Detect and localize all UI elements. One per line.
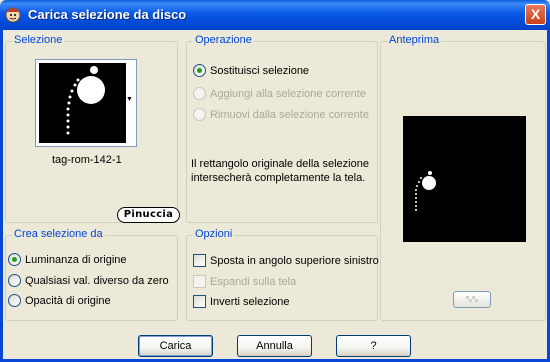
radio-label: Rimuovi dalla selezione corrente [210, 108, 369, 121]
app-icon [5, 7, 21, 23]
radio-label: Sostituisci selezione [210, 64, 310, 77]
selection-picker[interactable] [35, 59, 137, 147]
carica-button[interactable]: Carica [138, 335, 213, 357]
radio-sostituisci[interactable]: Sostituisci selezione [193, 64, 309, 77]
radio-button[interactable] [8, 253, 21, 266]
close-button[interactable]: X [525, 4, 546, 25]
radio-button[interactable] [193, 64, 206, 77]
radio-button[interactable] [193, 87, 206, 100]
radio-label: Opacità di origine [25, 294, 111, 307]
checkbox-label: Sposta in angolo superiore sinistro [210, 254, 379, 267]
radio-opacita[interactable]: Opacità di origine [8, 294, 111, 307]
crea-selezione-label: Crea selezione da [12, 228, 105, 240]
radio-aggiungi[interactable]: Aggiungi alla selezione corrente [193, 87, 366, 100]
carica-button-label: Carica [159, 340, 192, 352]
checkbox-label: Espandi sulla tela [210, 275, 297, 288]
checker-icon [466, 296, 478, 302]
chevron-down-icon[interactable]: ▼ [126, 96, 133, 103]
window-frame-left [0, 30, 3, 362]
pinuccia-logo: Pinuccia [117, 207, 180, 223]
help-button-label: ? [370, 340, 377, 352]
help-button[interactable]: ? [336, 335, 411, 357]
radio-luminanza[interactable]: Luminanza di origine [8, 253, 127, 266]
radio-qualsiasi[interactable]: Qualsiasi val. diverso da zero [8, 274, 169, 287]
checkbox[interactable] [193, 275, 206, 288]
checkbox-espandi[interactable]: Espandi sulla tela [193, 275, 296, 288]
radio-button[interactable] [193, 108, 206, 121]
window-title: Carica selezione da disco [28, 7, 187, 22]
radio-button[interactable] [8, 294, 21, 307]
zoom-button[interactable] [453, 291, 491, 308]
checkbox-label: Inverti selezione [210, 295, 290, 308]
radio-label: Qualsiasi val. diverso da zero [25, 274, 169, 287]
operazione-label: Operazione [193, 34, 254, 46]
checkbox-inverti[interactable]: Inverti selezione [193, 295, 290, 308]
annulla-button-label: Annulla [256, 340, 293, 352]
opzioni-label: Opzioni [193, 228, 235, 240]
selection-thumbnail [39, 63, 126, 143]
selezione-label: Selezione [12, 34, 65, 46]
checkbox[interactable] [193, 254, 206, 267]
radio-label: Aggiungi alla selezione corrente [210, 87, 366, 100]
checkbox[interactable] [193, 295, 206, 308]
radio-button[interactable] [8, 274, 21, 287]
annulla-button[interactable]: Annulla [237, 335, 312, 357]
title-bar: Carica selezione da disco X [0, 0, 550, 30]
close-icon: X [530, 6, 541, 22]
radio-label: Luminanza di origine [25, 253, 127, 266]
checkbox-sposta[interactable]: Sposta in angolo superiore sinistro [193, 254, 379, 267]
selection-shape-image [66, 66, 105, 135]
operation-info-text: Il rettangolo originale della selezione … [191, 158, 369, 184]
selection-filename: tag-rom-142-1 [52, 154, 122, 166]
radio-rimuovi[interactable]: Rimuovi dalla selezione corrente [193, 108, 369, 121]
logo-text: Pinuccia [123, 209, 174, 220]
preview-canvas [403, 116, 526, 242]
anteprima-label: Anteprima [387, 34, 442, 46]
preview-shape-image [415, 171, 436, 211]
